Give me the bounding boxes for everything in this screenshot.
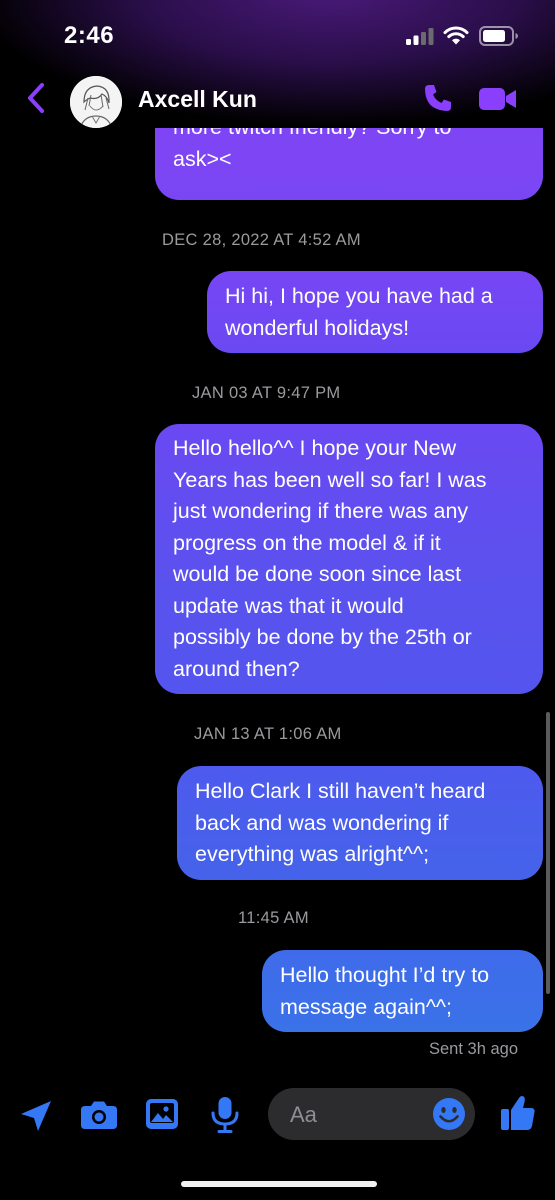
message-line: Hello Clark I still haven’t heard <box>195 779 486 803</box>
message-line: just wondering if there was any <box>173 499 469 523</box>
message-line: message again^^; <box>280 994 452 1019</box>
message-line: everything was alright^^; <box>195 842 430 866</box>
camera-icon[interactable] <box>80 1100 118 1130</box>
message-thread[interactable]: more twitch friendly? Sorry to ask>< DEC… <box>0 128 555 1068</box>
video-camera-icon[interactable] <box>478 86 518 112</box>
contact-name[interactable]: Axcell Kun <box>138 86 257 113</box>
scrollbar[interactable] <box>546 712 550 994</box>
timestamp: 11:45 AM <box>238 909 309 927</box>
photo-icon[interactable] <box>145 1098 179 1130</box>
message-line: wonderful holidays! <box>225 315 410 340</box>
message-line: around then? <box>173 656 300 681</box>
thumbs-up-icon[interactable] <box>500 1094 536 1132</box>
message-line: back and was wondering if <box>195 810 449 835</box>
message-bubble[interactable]: Hello Clark I still haven’t heard back a… <box>177 766 543 880</box>
cellular-signal-icon <box>406 28 434 45</box>
phone-icon[interactable] <box>422 82 454 114</box>
message-bubble[interactable]: Hello thought I’d try to message again^^… <box>262 950 543 1032</box>
delivery-status: Sent 3h ago <box>429 1040 518 1058</box>
timestamp: JAN 03 AT 9:47 PM <box>192 384 341 402</box>
message-line: more twitch friendly? Sorry to <box>173 128 525 144</box>
status-time: 2:46 <box>64 22 115 49</box>
composer-bar <box>0 1085 555 1145</box>
emoji-icon[interactable] <box>432 1097 466 1131</box>
wifi-icon <box>443 26 469 45</box>
message-line: Hello thought I’d try to <box>280 963 490 987</box>
back-chevron-icon[interactable] <box>24 82 48 114</box>
location-arrow-icon[interactable] <box>18 1098 54 1134</box>
message-line: Hello hello^^ I hope your New <box>173 436 457 460</box>
message-line: would be done soon since last <box>173 562 462 586</box>
avatar[interactable] <box>70 76 122 128</box>
message-line: Years has been well so far! I was <box>173 467 487 492</box>
message-line: Hi hi, I hope you have had a <box>225 284 493 308</box>
message-bubble[interactable]: Hello hello^^ I hope your New Years has … <box>155 424 543 694</box>
timestamp: DEC 28, 2022 AT 4:52 AM <box>162 231 361 249</box>
avatar-sketch <box>70 76 122 128</box>
message-line: progress on the model & if it <box>173 530 441 555</box>
message-line: possibly be done by the 25th or <box>173 625 472 649</box>
home-indicator[interactable] <box>181 1181 377 1187</box>
microphone-icon[interactable] <box>210 1096 240 1134</box>
message-input[interactable] <box>288 1096 432 1134</box>
battery-icon <box>479 26 518 46</box>
timestamp: JAN 13 AT 1:06 AM <box>194 725 342 743</box>
message-bubble[interactable]: Hi hi, I hope you have had a wonderful h… <box>207 271 543 353</box>
message-input-box[interactable] <box>268 1088 475 1140</box>
status-bar: 2:46 <box>0 0 555 70</box>
message-line: update was that it would <box>173 593 404 618</box>
chat-header: Axcell Kun <box>0 70 555 128</box>
message-bubble[interactable]: more twitch friendly? Sorry to ask>< <box>155 128 543 200</box>
message-line: ask>< <box>173 146 232 171</box>
